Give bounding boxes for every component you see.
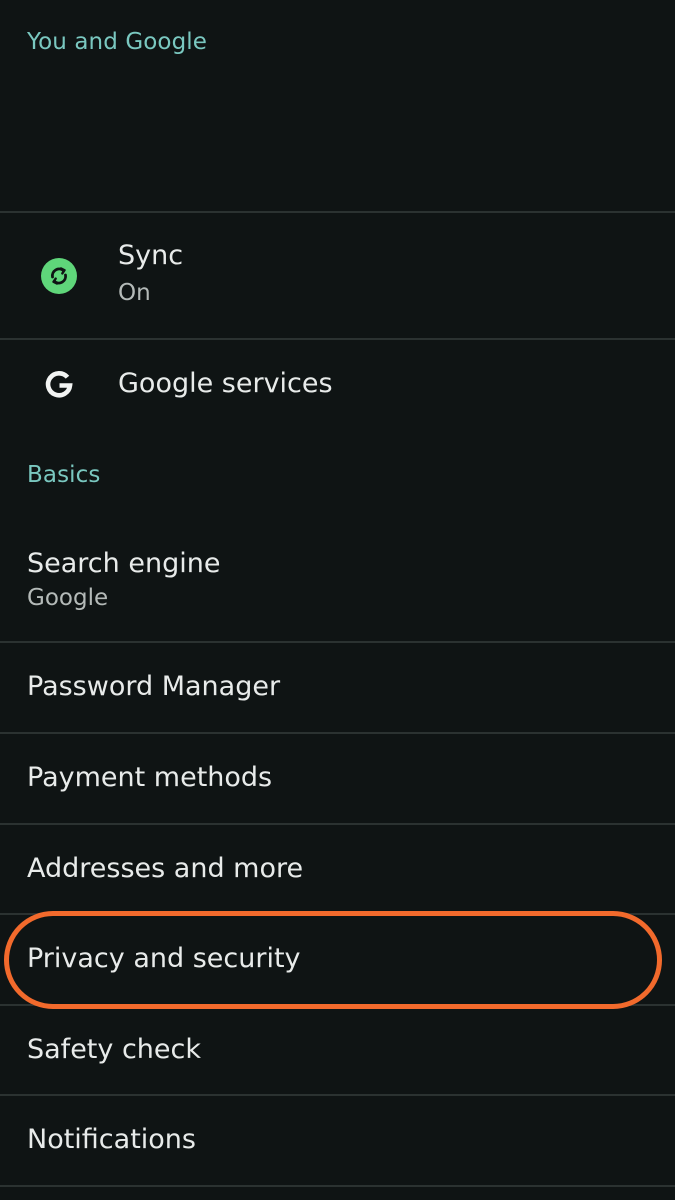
payment-methods-title: Payment methods <box>27 762 273 793</box>
notifications-row[interactable]: Notifications <box>0 1096 675 1185</box>
privacy-security-title: Privacy and security <box>27 943 301 974</box>
google-services-title: Google services <box>118 368 333 399</box>
search-engine-row[interactable]: Search engine Google <box>0 525 675 641</box>
section-header-basics: Basics <box>27 462 101 488</box>
google-services-row[interactable]: Google services <box>0 340 675 430</box>
safety-check-title: Safety check <box>27 1034 201 1065</box>
settings-screen: You and Google Sync On Google services B… <box>0 0 675 1200</box>
sync-status: On <box>118 280 151 306</box>
addresses-title: Addresses and more <box>27 853 304 884</box>
password-manager-row[interactable]: Password Manager <box>0 643 675 732</box>
divider <box>0 1185 675 1187</box>
sync-icon <box>41 258 77 294</box>
password-manager-title: Password Manager <box>27 671 281 702</box>
search-engine-value: Google <box>27 585 109 611</box>
search-engine-title: Search engine <box>27 548 221 579</box>
safety-check-row[interactable]: Safety check <box>0 1006 675 1094</box>
sync-row[interactable]: Sync On <box>0 213 675 338</box>
sync-title: Sync <box>118 240 184 271</box>
privacy-security-row[interactable]: Privacy and security <box>0 915 675 1004</box>
notifications-title: Notifications <box>27 1124 196 1155</box>
payment-methods-row[interactable]: Payment methods <box>0 734 675 823</box>
addresses-row[interactable]: Addresses and more <box>0 825 675 913</box>
section-header-you-and-google: You and Google <box>27 29 208 55</box>
google-g-icon <box>45 371 73 398</box>
